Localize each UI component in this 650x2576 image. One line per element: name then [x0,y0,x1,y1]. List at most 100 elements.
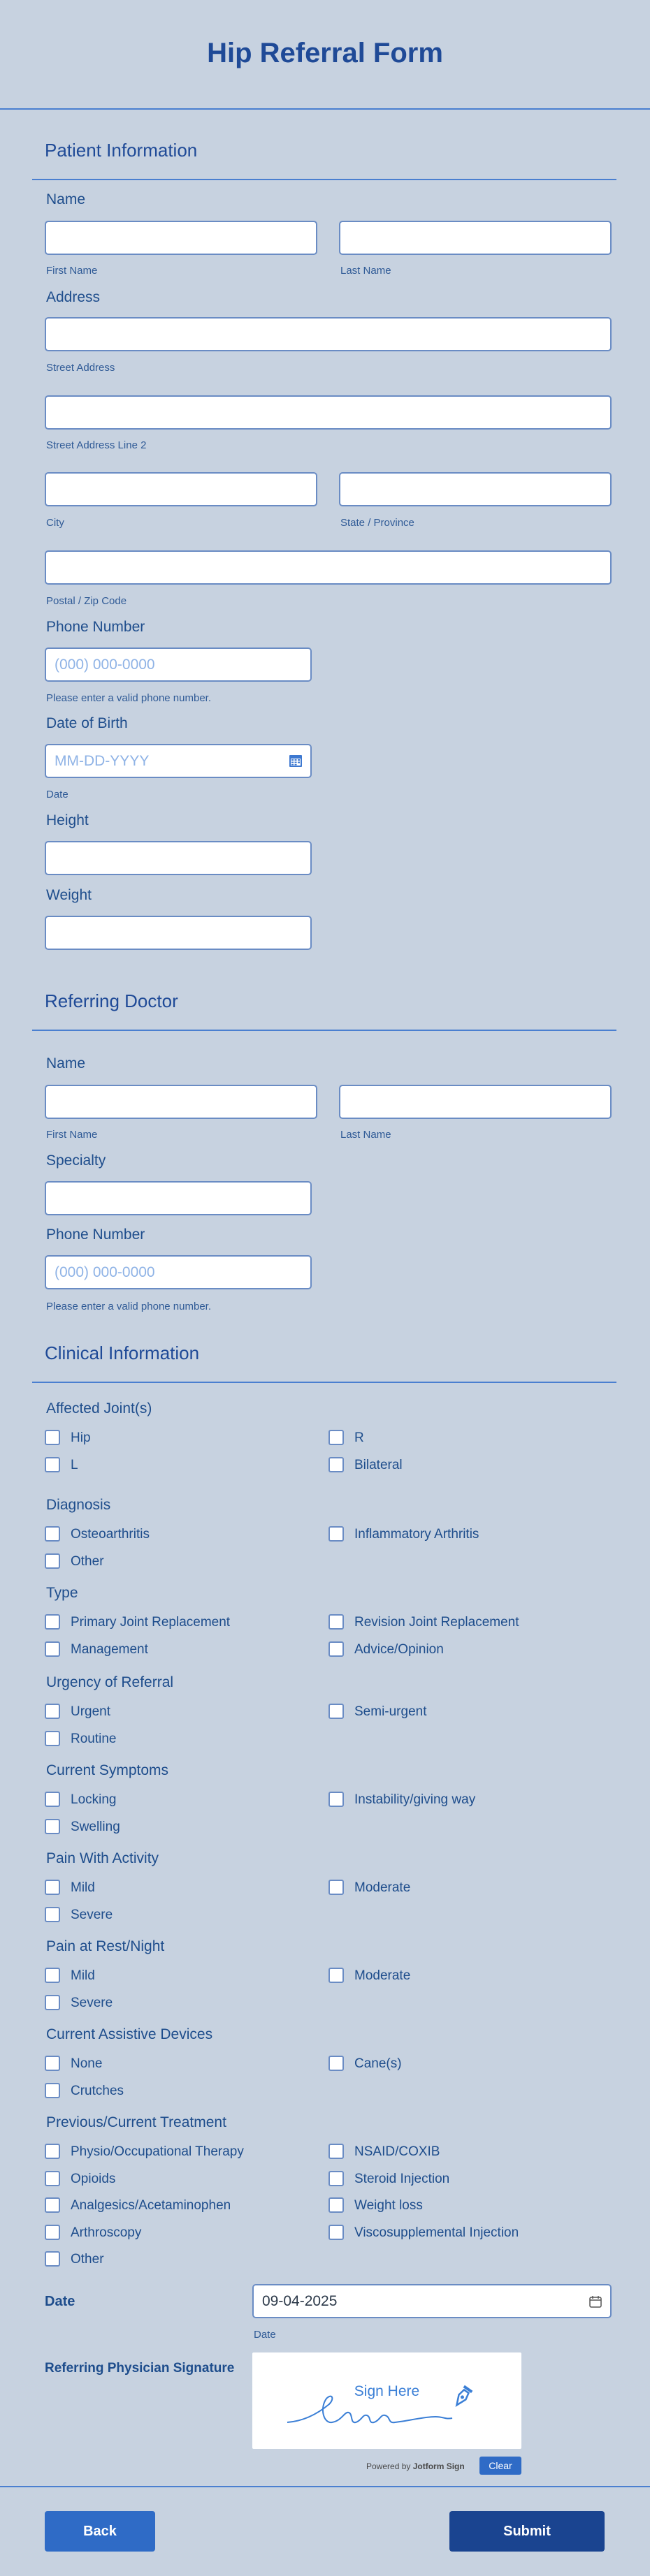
option-checkbox[interactable] [45,2144,60,2159]
option-label[interactable]: Osteoarthritis [71,1527,150,1542]
option-label[interactable]: Opioids [71,2172,115,2187]
header-divider [0,108,650,110]
option-checkbox[interactable] [45,1641,60,1657]
option-label[interactable]: NSAID/COXIB [354,2144,440,2160]
option-checkbox[interactable] [328,1792,344,1807]
option-checkbox[interactable] [45,1704,60,1719]
option-label[interactable]: Locking [71,1792,117,1808]
option-checkbox[interactable] [45,2170,60,2186]
date-input[interactable]: 09-04-2025 [252,2284,612,2318]
option-label[interactable]: Other [71,2252,104,2267]
option-checkbox[interactable] [45,2251,60,2267]
calendar-icon[interactable] [589,2296,602,2308]
option-checkbox[interactable] [45,1430,60,1445]
street-address-2-input[interactable] [45,395,612,430]
signature-pad[interactable]: Sign Here [252,2352,521,2449]
option-label[interactable]: Bilateral [354,1458,403,1473]
option-checkbox[interactable] [45,1906,60,1922]
doctor-first-name-input[interactable] [45,1085,317,1119]
option-label[interactable]: Urgent [71,1704,110,1720]
option-checkbox[interactable] [45,1818,60,1834]
footer-divider [0,2486,650,2487]
option-checkbox[interactable] [328,1614,344,1630]
clinical-group-label: Current Assistive Devices [46,2026,213,2042]
option-checkbox[interactable] [45,2197,60,2213]
option-label[interactable]: None [71,2056,102,2072]
option-label[interactable]: Inflammatory Arthritis [354,1527,479,1542]
option-label[interactable]: L [71,1458,78,1473]
option-label[interactable]: Severe [71,1908,113,1923]
option-label[interactable]: Routine [71,1732,117,1747]
option-label[interactable]: Cane(s) [354,2056,402,2072]
option-label[interactable]: Moderate [354,1880,410,1896]
option-label[interactable]: Analgesics/Acetaminophen [71,2198,231,2213]
postal-code-input[interactable] [45,550,612,585]
option-label[interactable]: R [354,1430,364,1446]
option-checkbox[interactable] [328,2224,344,2240]
option-checkbox[interactable] [45,1526,60,1542]
option-checkbox[interactable] [328,1704,344,1719]
option-label[interactable]: Severe [71,1996,113,2011]
option-checkbox[interactable] [45,1792,60,1807]
option-label[interactable]: Hip [71,1430,91,1446]
option-label[interactable]: Other [71,1554,104,1569]
back-button[interactable]: Back [45,2511,155,2552]
option-checkbox[interactable] [328,2170,344,2186]
city-sublabel: City [46,517,64,529]
option-checkbox[interactable] [45,2224,60,2240]
option-label[interactable]: Physio/Occupational Therapy [71,2144,244,2160]
option-label[interactable]: Management [71,1642,148,1657]
patient-name-label: Name [46,191,86,207]
doctor-phone-input[interactable]: (000) 000-0000 [45,1255,312,1289]
option-label[interactable]: Mild [71,1880,95,1896]
option-label[interactable]: Moderate [354,1968,410,1984]
option-checkbox[interactable] [45,1456,60,1472]
option-label[interactable]: Weight loss [354,2198,423,2213]
option-checkbox[interactable] [45,2056,60,2071]
option-label[interactable]: Primary Joint Replacement [71,1615,230,1630]
option-checkbox[interactable] [328,1526,344,1542]
option-label[interactable]: Advice/Opinion [354,1642,444,1657]
option-label[interactable]: Swelling [71,1820,120,1835]
signature-scribble-icon [287,2385,473,2424]
option-checkbox[interactable] [45,1553,60,1569]
option-label[interactable]: Semi-urgent [354,1704,427,1720]
doctor-phone-label: Phone Number [46,1227,145,1243]
patient-phone-input[interactable]: (000) 000-0000 [45,647,312,682]
option-checkbox[interactable] [45,1730,60,1746]
option-checkbox[interactable] [328,1968,344,1983]
option-label[interactable]: Revision Joint Replacement [354,1615,519,1630]
option-checkbox[interactable] [328,1641,344,1657]
height-input[interactable] [45,841,312,875]
city-input[interactable] [45,472,317,506]
option-checkbox[interactable] [328,1430,344,1445]
option-label[interactable]: Arthroscopy [71,2225,141,2241]
option-checkbox[interactable] [45,1994,60,2010]
dob-input[interactable]: MM-DD-YYYY [45,744,312,778]
patient-first-name-input[interactable] [45,221,317,255]
option-checkbox[interactable] [328,2144,344,2159]
option-checkbox[interactable] [45,1968,60,1983]
option-label[interactable]: Mild [71,1968,95,1984]
option-checkbox[interactable] [328,2056,344,2071]
option-checkbox[interactable] [328,1456,344,1472]
option-label[interactable]: Viscosupplemental Injection [354,2225,519,2241]
option-label[interactable]: Instability/giving way [354,1792,475,1808]
clear-signature-button[interactable]: Clear [479,2457,521,2475]
state-input[interactable] [339,472,612,506]
option-label[interactable]: Crutches [71,2084,124,2099]
patient-last-name-input[interactable] [339,221,612,255]
option-checkbox[interactable] [45,2082,60,2098]
clinical-section-title: Clinical Information [45,1342,200,1363]
weight-input[interactable] [45,916,312,950]
option-checkbox[interactable] [45,1880,60,1895]
street-address-input[interactable] [45,317,612,351]
option-checkbox[interactable] [328,1880,344,1895]
doctor-last-name-input[interactable] [339,1085,612,1119]
calendar-icon[interactable] [289,755,302,767]
submit-button[interactable]: Submit [449,2511,605,2552]
option-checkbox[interactable] [45,1614,60,1630]
option-label[interactable]: Steroid Injection [354,2172,449,2187]
option-checkbox[interactable] [328,2197,344,2213]
specialty-input[interactable] [45,1181,312,1215]
